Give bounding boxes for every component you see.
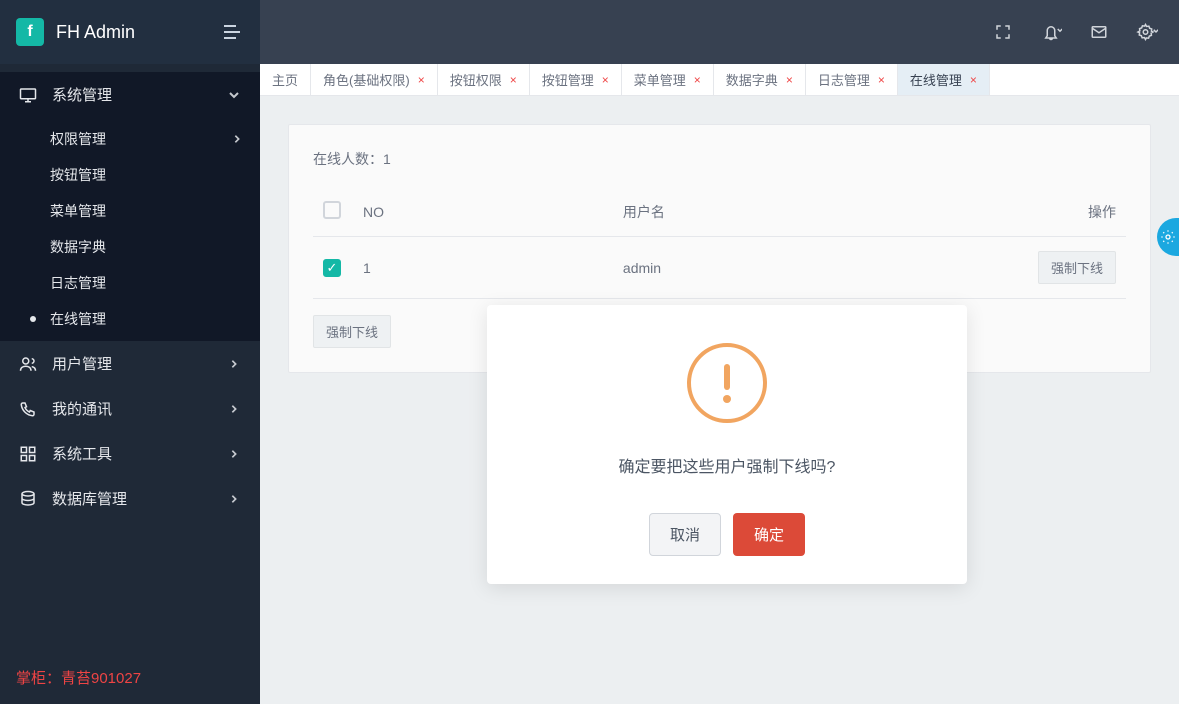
close-icon[interactable]: × bbox=[694, 73, 701, 87]
select-all-checkbox[interactable] bbox=[323, 201, 341, 219]
tab-online[interactable]: 在线管理 × bbox=[898, 64, 990, 95]
chevron-down-icon bbox=[226, 87, 242, 103]
sidebar-subitem-dict[interactable]: 数据字典 bbox=[0, 229, 260, 265]
online-count-label: 在线人数：1 bbox=[313, 149, 1126, 169]
tab-label: 按钮管理 bbox=[542, 70, 594, 89]
tab-menumgmt[interactable]: 菜单管理 × bbox=[622, 64, 714, 95]
confirm-dialog: 确定要把这些用户强制下线吗? 取消 确定 bbox=[487, 305, 967, 584]
close-icon[interactable]: × bbox=[418, 73, 425, 87]
force-offline-batch-button[interactable]: 强制下线 bbox=[313, 315, 391, 348]
tab-strip: 主页 角色(基础权限) × 按钮权限 × 按钮管理 × 菜单管理 × 数据字典 × 日志管… bbox=[260, 64, 1179, 96]
close-icon[interactable]: × bbox=[878, 73, 885, 87]
chevron-right-icon bbox=[226, 491, 242, 507]
tab-label: 数据字典 bbox=[726, 70, 778, 89]
brand-bar: f FH Admin bbox=[0, 0, 260, 64]
monitor-icon bbox=[18, 85, 38, 105]
tab-label: 按钮权限 bbox=[450, 70, 502, 89]
tab-btnmgmt[interactable]: 按钮管理 × bbox=[530, 64, 622, 95]
online-users-table: NO 用户名 操作 1 admin 强制下线 bbox=[313, 187, 1126, 299]
sidebar-subitem-button[interactable]: 按钮管理 bbox=[0, 157, 260, 193]
sidebar-subitem-log[interactable]: 日志管理 bbox=[0, 265, 260, 301]
tab-home[interactable]: 主页 bbox=[260, 64, 311, 95]
close-icon[interactable]: × bbox=[970, 73, 977, 87]
sidebar-subitem-online[interactable]: 在线管理 bbox=[0, 301, 260, 337]
cell-username: admin bbox=[613, 237, 1006, 299]
fullscreen-icon[interactable] bbox=[991, 20, 1015, 44]
tab-label: 在线管理 bbox=[910, 70, 962, 89]
sidebar-subitem-permission[interactable]: 权限管理 bbox=[0, 121, 260, 157]
sidebar-item-label: 数据字典 bbox=[50, 237, 106, 257]
sidebar-item-label: 数据库管理 bbox=[52, 488, 212, 509]
sidebar-nav: 系统管理 权限管理 按钮管理 菜单管理 数据字典 日志管理 在线管理 用户管理 bbox=[0, 64, 260, 651]
tab-label: 菜单管理 bbox=[634, 70, 686, 89]
sidebar-item-tools[interactable]: 系统工具 bbox=[0, 431, 260, 476]
tab-log[interactable]: 日志管理 × bbox=[806, 64, 898, 95]
col-actions: 操作 bbox=[1006, 187, 1126, 237]
confirm-button[interactable]: 确定 bbox=[733, 513, 805, 556]
force-offline-row-button[interactable]: 强制下线 bbox=[1038, 251, 1116, 284]
cancel-button[interactable]: 取消 bbox=[649, 513, 721, 556]
sidebar-item-label: 按钮管理 bbox=[50, 165, 106, 185]
sidebar-item-label: 菜单管理 bbox=[50, 201, 106, 221]
close-icon[interactable]: × bbox=[510, 73, 517, 87]
mail-icon[interactable] bbox=[1087, 20, 1111, 44]
tab-dict[interactable]: 数据字典 × bbox=[714, 64, 806, 95]
close-icon[interactable]: × bbox=[602, 73, 609, 87]
sidebar-item-db[interactable]: 数据库管理 bbox=[0, 476, 260, 521]
settings-icon[interactable] bbox=[1135, 20, 1159, 44]
chevron-right-icon bbox=[226, 356, 242, 372]
warning-icon bbox=[685, 341, 769, 425]
dialog-actions: 取消 确定 bbox=[519, 513, 935, 556]
tab-role[interactable]: 角色(基础权限) × bbox=[311, 64, 438, 95]
chevron-right-icon bbox=[232, 134, 242, 144]
sidebar: f FH Admin 系统管理 权限管理 按钮管理 菜单管理 数据字典 日志管理 bbox=[0, 0, 260, 704]
close-icon[interactable]: × bbox=[786, 73, 793, 87]
sidebar-subitem-menu[interactable]: 菜单管理 bbox=[0, 193, 260, 229]
tab-label: 主页 bbox=[272, 70, 298, 89]
sidebar-item-comm[interactable]: 我的通讯 bbox=[0, 386, 260, 431]
sidebar-item-label: 系统工具 bbox=[52, 443, 212, 464]
dialog-message: 确定要把这些用户强制下线吗? bbox=[519, 453, 935, 477]
sidebar-item-system[interactable]: 系统管理 bbox=[0, 72, 260, 117]
cell-no: 1 bbox=[353, 237, 613, 299]
watermark-text: 掌柜：青苔901027 bbox=[0, 651, 260, 704]
sidebar-item-label: 在线管理 bbox=[50, 309, 106, 329]
sidebar-item-label: 系统管理 bbox=[52, 84, 212, 105]
tab-label: 日志管理 bbox=[818, 70, 870, 89]
row-checkbox[interactable] bbox=[323, 259, 341, 277]
topbar bbox=[260, 0, 1179, 64]
sidebar-item-label: 用户管理 bbox=[52, 353, 212, 374]
chevron-right-icon bbox=[226, 446, 242, 462]
menu-toggle-icon[interactable] bbox=[220, 20, 244, 44]
grid-icon bbox=[18, 444, 38, 464]
col-no: NO bbox=[353, 187, 613, 237]
sidebar-item-label: 权限管理 bbox=[50, 129, 106, 149]
brand-title: FH Admin bbox=[56, 22, 208, 43]
phone-icon bbox=[18, 399, 38, 419]
brand-logo: f bbox=[16, 18, 44, 46]
table-row: 1 admin 强制下线 bbox=[313, 237, 1126, 299]
sidebar-submenu: 权限管理 按钮管理 菜单管理 数据字典 日志管理 在线管理 bbox=[0, 117, 260, 341]
tab-btnperm[interactable]: 按钮权限 × bbox=[438, 64, 530, 95]
bell-icon[interactable] bbox=[1039, 20, 1063, 44]
col-username: 用户名 bbox=[613, 187, 1006, 237]
sidebar-item-user[interactable]: 用户管理 bbox=[0, 341, 260, 386]
tab-label: 角色(基础权限) bbox=[323, 70, 410, 89]
users-icon bbox=[18, 354, 38, 374]
database-icon bbox=[18, 489, 38, 509]
sidebar-item-label: 我的通讯 bbox=[52, 398, 212, 419]
chevron-right-icon bbox=[226, 401, 242, 417]
sidebar-item-label: 日志管理 bbox=[50, 273, 106, 293]
